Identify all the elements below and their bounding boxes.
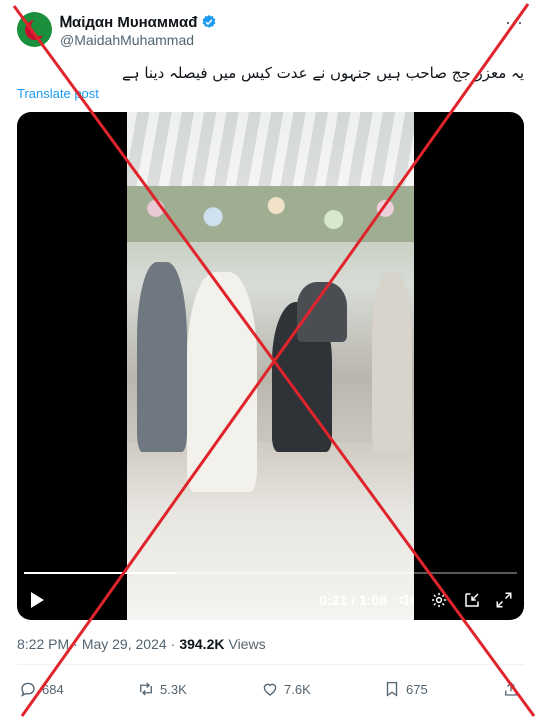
author-display-name[interactable]: Ꮇαiдαн Мυнαммαđ: [60, 14, 197, 31]
action-bar: 684 5.3K 7.6K 675: [17, 680, 524, 700]
video-canopy-decor: [127, 112, 414, 192]
video-time: 0:21 / 1:08: [319, 592, 387, 608]
video-frame: [127, 112, 414, 620]
play-icon[interactable]: [29, 591, 45, 609]
like-count: 7.6K: [284, 681, 311, 697]
flag-avatar-icon: [24, 17, 49, 40]
video-flower-decor: [127, 186, 414, 242]
reply-button[interactable]: 684: [19, 680, 64, 698]
share-button[interactable]: [502, 680, 520, 698]
author-handle[interactable]: @MaidahMuhammad: [60, 32, 194, 48]
reply-count: 684: [42, 681, 64, 697]
like-button[interactable]: 7.6K: [261, 680, 311, 698]
author-avatar[interactable]: [17, 12, 52, 47]
share-icon: [505, 682, 517, 696]
tweet-text: یہ معزز جج صاحب ہیں جنہوں نے عدت کیس میں…: [122, 64, 524, 82]
repost-count: 5.3K: [160, 681, 187, 697]
bookmark-button[interactable]: 675: [383, 680, 428, 698]
verified-badge-icon: [203, 15, 216, 28]
views-count: 394.2K: [179, 636, 225, 652]
post-meta: 8:22 PM · May 29, 2024 · 394.2K Views: [17, 636, 266, 652]
video-figure: [372, 272, 412, 452]
settings-gear-icon[interactable]: [430, 591, 448, 609]
fullscreen-icon[interactable]: [495, 591, 513, 609]
divider: [17, 664, 524, 665]
bookmark-count: 675: [406, 681, 428, 697]
video-figure: [187, 272, 257, 492]
volume-icon[interactable]: [398, 591, 416, 609]
post-date[interactable]: May 29, 2024: [82, 636, 167, 652]
heart-icon: [263, 683, 277, 696]
video-progress-bar[interactable]: [24, 572, 517, 574]
meta-separator: ·: [73, 636, 78, 652]
translate-post-link[interactable]: Translate post: [17, 86, 99, 101]
author-name-row: Ꮇαiдαн Мυнαммαđ: [60, 12, 217, 32]
bookmark-icon: [386, 681, 398, 697]
video-figure: [137, 262, 187, 452]
views-label: Views: [228, 636, 266, 652]
repost-button[interactable]: 5.3K: [137, 680, 187, 698]
more-options-icon[interactable]: ⋯: [505, 13, 524, 34]
meta-separator: ·: [170, 636, 176, 652]
post-time[interactable]: 8:22 PM: [17, 636, 69, 652]
reply-icon: [21, 682, 35, 697]
video-figure: [297, 282, 347, 342]
video-player[interactable]: 0:21 / 1:08: [17, 112, 524, 620]
video-progress-fill: [24, 572, 177, 574]
picture-in-picture-icon[interactable]: [463, 591, 481, 609]
repost-icon: [140, 682, 152, 696]
